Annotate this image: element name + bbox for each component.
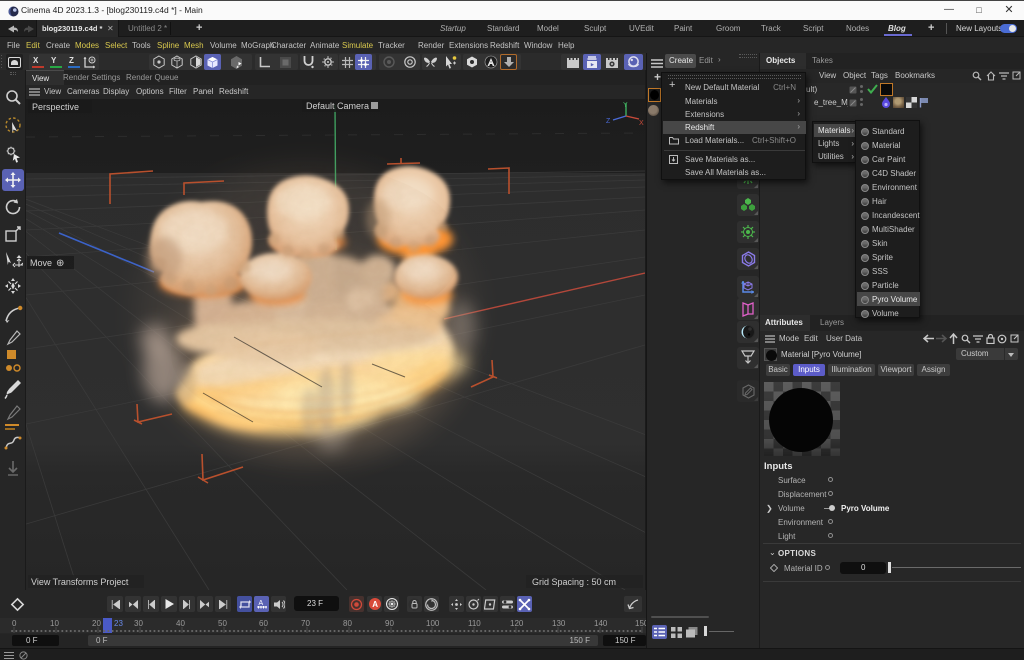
svg-text:Default Camera: Default Camera	[306, 101, 369, 111]
svg-text:A: A	[372, 600, 378, 609]
svg-text:View Transforms Project: View Transforms Project	[31, 577, 129, 587]
svg-text:70: 70	[301, 619, 310, 628]
svg-text:⊕: ⊕	[56, 258, 64, 269]
svg-text:Y: Y	[623, 102, 628, 109]
svg-text:Move: Move	[30, 258, 52, 268]
svg-text:120: 120	[510, 619, 524, 628]
svg-text:40: 40	[176, 619, 185, 628]
svg-text:100: 100	[426, 619, 440, 628]
svg-text:130: 130	[552, 619, 566, 628]
svg-text:50: 50	[218, 619, 227, 628]
svg-text:140: 140	[594, 619, 608, 628]
svg-text:150: 150	[635, 619, 646, 628]
svg-text:Grid Spacing : 50 cm: Grid Spacing : 50 cm	[532, 577, 616, 587]
svg-text:23: 23	[114, 619, 123, 628]
svg-text:110: 110	[468, 619, 481, 628]
svg-text:60: 60	[259, 619, 268, 628]
svg-text:90: 90	[385, 619, 394, 628]
svg-text:10: 10	[50, 619, 59, 628]
svg-text:30: 30	[134, 619, 143, 628]
svg-text:0: 0	[12, 619, 17, 628]
svg-text:80: 80	[343, 619, 352, 628]
svg-text:Z: Z	[606, 118, 611, 125]
svg-text:A: A	[258, 600, 263, 607]
svg-text:X: X	[639, 120, 644, 127]
svg-text:20: 20	[92, 619, 101, 628]
svg-text:Perspective: Perspective	[32, 102, 79, 112]
